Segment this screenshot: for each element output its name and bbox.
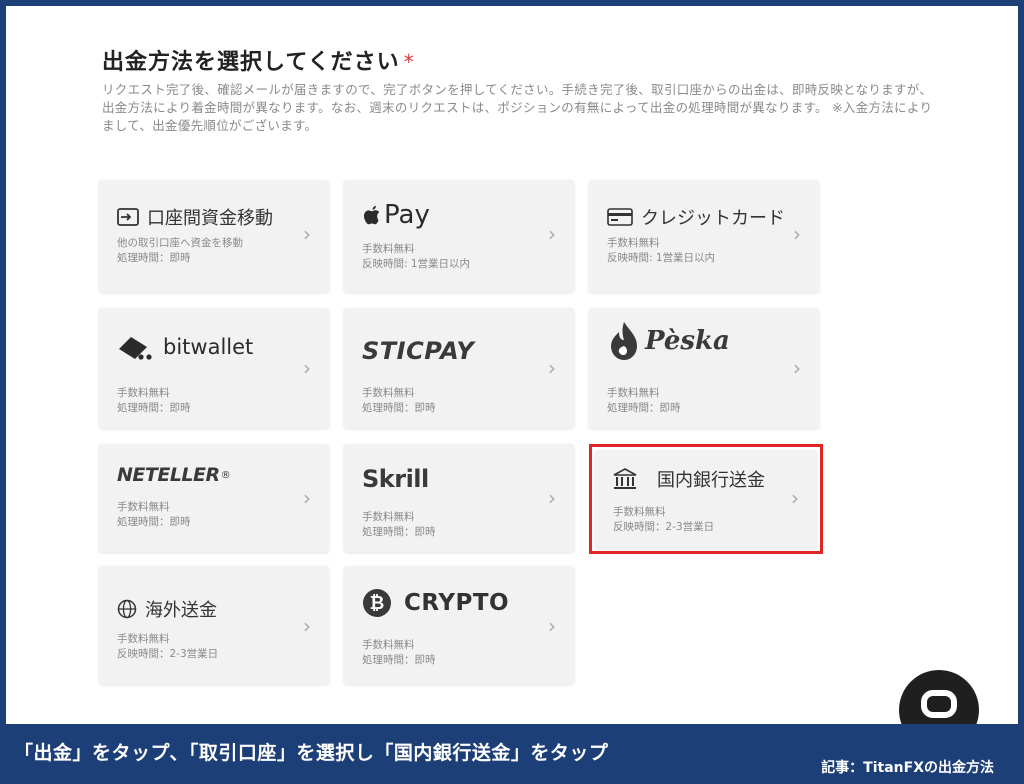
chevron-right-icon: › [791, 486, 799, 510]
neteller-logo: NETELLER [117, 464, 220, 486]
method-name: 国内銀行送金 [657, 470, 765, 491]
method-info: 手数料無料 反映時間: 1営業日以内 [607, 237, 716, 264]
page-title: 出金方法を選択してください * [102, 50, 415, 75]
method-info: 手数料無料 処理時間：即時 [362, 387, 436, 414]
svg-text:₿: ₿ [370, 593, 385, 614]
skrill-logo: Skrill [362, 465, 429, 493]
method-name: CRYPTO [404, 590, 510, 616]
content-panel: 出金方法を選択してください * リクエスト完了後、確認メールが届きますので、完了ボ… [6, 6, 1018, 724]
chevron-right-icon: › [793, 356, 801, 380]
method-card-credit-card[interactable]: クレジットカード 手数料無料 反映時間: 1営業日以内 › [589, 180, 819, 292]
method-name: 口座間資金移動 [147, 208, 273, 229]
method-info: 手数料無料 処理時間：即時 [362, 639, 436, 666]
chevron-right-icon: › [548, 222, 556, 246]
method-card-account-transfer[interactable]: 口座間資金移動 他の取引口座へ資金を移動 処理時間：即時 › [99, 180, 329, 292]
method-name: bitwallet [163, 335, 254, 359]
method-info: 他の取引口座へ資金を移動 処理時間：即時 [117, 237, 243, 264]
chevron-right-icon: › [548, 614, 556, 638]
method-card-overseas-transfer[interactable]: 海外送金 手数料無料 反映時間：2-3営業日 › [99, 566, 329, 684]
method-card-skrill[interactable]: Skrill 手数料無料 処理時間：即時 › [344, 444, 574, 552]
page-description: リクエスト完了後、確認メールが届きますので、完了ボタンを押してください。手続き完… [102, 82, 933, 133]
method-name: クレジットカード [641, 208, 785, 229]
chevron-right-icon: › [548, 356, 556, 380]
method-info: 手数料無料 処理時間：即時 [607, 387, 681, 414]
required-mark: * [403, 50, 415, 74]
method-name: Pay [384, 200, 430, 230]
chevron-right-icon: › [303, 614, 311, 638]
method-info: 手数料無料 反映時間: 1営業日以内 [362, 243, 471, 270]
method-card-neteller[interactable]: NETELLER ® 手数料無料 処理時間：即時 › [99, 444, 329, 552]
method-info: 手数料無料 処理時間：即時 [362, 511, 436, 538]
account-transfer-icon [117, 208, 139, 226]
chevron-right-icon: › [303, 356, 311, 380]
method-name: 海外送金 [145, 600, 217, 621]
sticpay-logo: STICPAY [362, 337, 475, 365]
chat-support-button[interactable] [899, 670, 979, 724]
method-card-bitwallet[interactable]: bitwallet 手数料無料 処理時間：即時 › [99, 308, 329, 428]
method-info: 手数料無料 反映時間：2-3営業日 [613, 506, 715, 533]
globe-icon [117, 599, 137, 619]
credit-card-icon [607, 208, 633, 226]
caption-bar: 「出金」をタップ、「取引口座」を選択し「国内銀行送金」をタップ 記事：Titan… [0, 724, 1024, 784]
chevron-right-icon: › [303, 486, 311, 510]
method-info: 手数料無料 反映時間：2-3営業日 [117, 633, 219, 660]
apple-icon [362, 203, 382, 227]
bitwallet-logo-icon [117, 333, 155, 361]
caption-source: 記事：TitanFXの出金方法 [821, 760, 994, 776]
method-card-crypto[interactable]: ₿ CRYPTO 手数料無料 処理時間：即時 › [344, 566, 574, 684]
method-info: 手数料無料 処理時間：即時 [117, 387, 191, 414]
peska-flame-icon [607, 320, 641, 362]
chevron-right-icon: › [548, 486, 556, 510]
caption-text: 「出金」をタップ、「取引口座」を選択し「国内銀行送金」をタップ [14, 742, 609, 764]
bitcoin-icon: ₿ [362, 588, 392, 618]
method-info: 手数料無料 処理時間：即時 [117, 501, 191, 528]
method-card-peska[interactable]: Pèska 手数料無料 処理時間：即時 › [589, 308, 819, 428]
chevron-right-icon: › [793, 222, 801, 246]
method-card-apple-pay[interactable]: Pay 手数料無料 反映時間: 1営業日以内 › [344, 180, 574, 292]
method-card-sticpay[interactable]: STICPAY 手数料無料 処理時間：即時 › [344, 308, 574, 428]
method-card-domestic-bank[interactable]: 国内銀行送金 手数料無料 反映時間：2-3営業日 › [589, 444, 823, 554]
chevron-right-icon: › [303, 222, 311, 246]
trademark-mark: ® [220, 469, 231, 481]
method-name: Pèska [645, 326, 730, 356]
bank-icon [613, 468, 637, 490]
